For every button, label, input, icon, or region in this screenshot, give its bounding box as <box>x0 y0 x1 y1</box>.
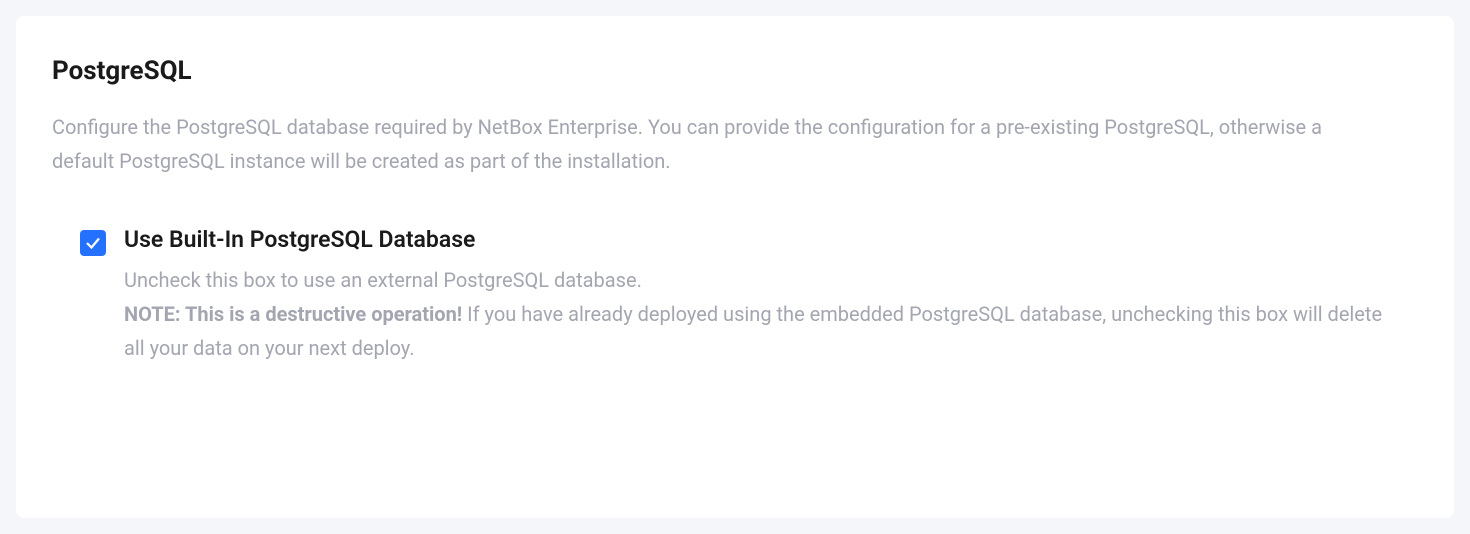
section-description: Configure the PostgreSQL database requir… <box>52 110 1332 178</box>
checkmark-icon <box>84 234 102 252</box>
option-label: Use Built-In PostgreSQL Database <box>124 226 1418 253</box>
postgresql-settings-card: PostgreSQL Configure the PostgreSQL data… <box>16 16 1454 518</box>
option-help-line1: Uncheck this box to use an external Post… <box>124 268 642 292</box>
builtin-postgres-option: Use Built-In PostgreSQL Database Uncheck… <box>52 226 1418 365</box>
section-title: PostgreSQL <box>52 56 1418 86</box>
option-description: Uncheck this box to use an external Post… <box>124 263 1384 365</box>
option-note-bold: NOTE: This is a destructive operation! <box>124 302 462 326</box>
option-text: Use Built-In PostgreSQL Database Uncheck… <box>124 226 1418 365</box>
builtin-postgres-checkbox[interactable] <box>80 230 106 256</box>
